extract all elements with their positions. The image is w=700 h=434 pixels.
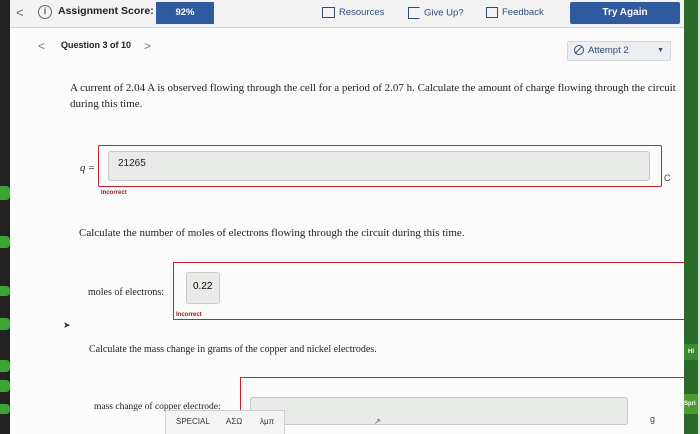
screen-edge [0, 0, 10, 434]
incorrect-label: Incorrect [176, 312, 202, 318]
edge-marker [0, 236, 10, 248]
edge-marker [0, 404, 10, 414]
ban-icon [574, 45, 584, 56]
edge-marker [0, 380, 10, 392]
side-text: HI [684, 344, 698, 360]
side-text: Spri [684, 394, 698, 414]
score-label: Assignment Score: [58, 5, 154, 17]
charge-variable-label: q = [80, 163, 95, 174]
resources-button[interactable]: Resources [322, 7, 384, 18]
next-question-button[interactable]: > [144, 39, 151, 53]
assignment-toolbar: < i Assignment Score: 92% Resources Give… [10, 0, 698, 28]
background-window-strip: HI Spri [684, 0, 698, 434]
edge-marker [0, 318, 10, 330]
try-again-button[interactable]: Try Again [570, 2, 680, 24]
expand-icon[interactable]: ↗ [374, 417, 381, 426]
mass-change-question: Calculate the mass change in grams of th… [89, 344, 377, 355]
special-key[interactable]: SPECIAL [176, 417, 210, 426]
question-counter: Question 3 of 10 [61, 40, 132, 50]
resources-icon [322, 7, 335, 18]
incorrect-label: Incorrect [101, 190, 127, 196]
question-prompt: A current of 2.04 A is observed flowing … [70, 82, 676, 110]
resources-label: Resources [339, 7, 385, 19]
answer-frame-moles [173, 262, 688, 320]
mass-change-input[interactable] [250, 397, 628, 425]
charge-unit: C [664, 173, 671, 183]
info-icon[interactable]: i [38, 5, 52, 19]
assignment-page: < i Assignment Score: 92% Resources Give… [10, 0, 698, 434]
symbol-keyboard: SPECIAL ΑΣΩ λμπ [165, 410, 285, 434]
mass-unit: g [650, 414, 656, 424]
feedback-button[interactable]: Feedback [486, 7, 544, 18]
moles-input[interactable]: 0.22 [186, 272, 220, 304]
previous-question-button[interactable]: < [38, 39, 45, 53]
mouse-cursor-icon: ➤ [63, 320, 71, 330]
attempt-label: Attempt 2 [588, 45, 629, 56]
edge-marker [0, 186, 10, 200]
charge-input[interactable]: 21265 [108, 151, 650, 181]
attempt-dropdown[interactable]: Attempt 2 ▼ [567, 41, 671, 61]
moles-question: Calculate the number of moles of electro… [79, 227, 465, 239]
give-up-label: Give Up? [424, 7, 464, 19]
greek-key[interactable]: ΑΣΩ [226, 417, 242, 426]
give-up-icon [408, 7, 420, 19]
feedback-icon [486, 7, 498, 18]
back-button[interactable]: < [16, 5, 24, 20]
score-value: 92% [156, 2, 214, 24]
edge-marker [0, 286, 10, 296]
moles-label: moles of electrons: [88, 287, 165, 298]
feedback-label: Feedback [502, 7, 544, 19]
chevron-down-icon: ▼ [657, 47, 664, 54]
mu-key[interactable]: λμπ [260, 417, 274, 426]
edge-marker [0, 360, 10, 372]
give-up-button[interactable]: Give Up? [408, 7, 464, 19]
